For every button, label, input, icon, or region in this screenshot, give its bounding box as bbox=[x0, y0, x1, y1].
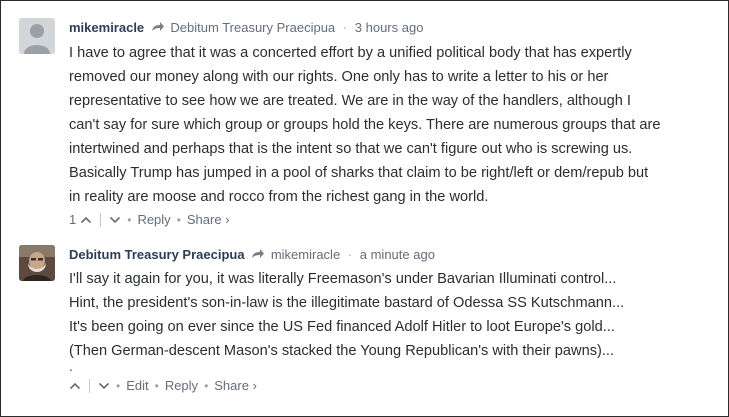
reply-button[interactable]: Reply bbox=[165, 377, 198, 395]
upvote-count: 1 bbox=[69, 212, 77, 227]
default-avatar-icon bbox=[19, 18, 55, 54]
comment-header: mikemiracle Debitum Treasury Praecipua ·… bbox=[69, 19, 716, 37]
comment-footer: • Edit • Reply • Share › bbox=[69, 377, 716, 395]
vote-divider bbox=[100, 213, 102, 227]
comment-text: I'll say it again for you, it was litera… bbox=[69, 267, 716, 363]
header-separator: · bbox=[347, 247, 353, 262]
chevron-down-icon bbox=[110, 216, 121, 224]
downvote-button[interactable] bbox=[98, 381, 110, 391]
header-separator: · bbox=[342, 20, 348, 35]
upvote-button[interactable]: 1 bbox=[69, 211, 92, 229]
reply-arrow-icon bbox=[151, 22, 164, 31]
reply-arrow-icon bbox=[252, 249, 265, 258]
footer-separator: • bbox=[154, 379, 159, 393]
comment-footer: 1 • Reply • Share › bbox=[69, 211, 716, 229]
comment-line: in reality are moose and rocco from the … bbox=[69, 189, 489, 205]
footer-separator: • bbox=[116, 379, 121, 393]
comment-body: mikemiracle Debitum Treasury Praecipua ·… bbox=[69, 19, 716, 229]
user-photo-avatar bbox=[19, 245, 55, 281]
comment-line: I have to agree that it was a concerted … bbox=[69, 45, 632, 61]
downvote-button[interactable] bbox=[109, 215, 121, 225]
edit-button[interactable]: Edit bbox=[126, 377, 148, 395]
timestamp[interactable]: a minute ago bbox=[360, 247, 435, 262]
comment-line: (Then German-descent Mason's stacked the… bbox=[69, 343, 615, 359]
avatar[interactable] bbox=[19, 245, 55, 281]
comment-line: intertwined and perhaps that is the inte… bbox=[69, 141, 633, 157]
comment-line: representative to see how we are treated… bbox=[69, 93, 631, 109]
comment-line: can't say for sure which group or groups… bbox=[69, 117, 661, 133]
reply-button[interactable]: Reply bbox=[137, 211, 170, 229]
comment-body: Debitum Treasury Praecipua mikemiracle ·… bbox=[69, 246, 716, 395]
reply-to-name[interactable]: Debitum Treasury Praecipua bbox=[170, 20, 335, 35]
footer-separator: • bbox=[176, 213, 181, 227]
chevron-up-icon bbox=[81, 216, 92, 224]
comment-text: I have to agree that it was a concerted … bbox=[69, 41, 716, 209]
comment-line: Basically Trump has jumped in a pool of … bbox=[69, 165, 649, 181]
comment-line: I'll say it again for you, it was litera… bbox=[69, 271, 617, 287]
author-name[interactable]: mikemiracle bbox=[69, 20, 144, 35]
reply-to-name[interactable]: mikemiracle bbox=[271, 247, 340, 262]
share-button[interactable]: Share › bbox=[187, 211, 230, 229]
share-button[interactable]: Share › bbox=[214, 377, 257, 395]
footer-separator: • bbox=[127, 213, 132, 227]
author-name[interactable]: Debitum Treasury Praecipua bbox=[69, 247, 245, 262]
avatar[interactable] bbox=[19, 18, 55, 54]
timestamp[interactable]: 3 hours ago bbox=[355, 20, 424, 35]
upvote-button[interactable] bbox=[69, 381, 81, 391]
footer-separator: • bbox=[204, 379, 209, 393]
comment-line: It's been going on ever since the US Fed… bbox=[69, 319, 615, 335]
chevron-up-icon bbox=[69, 382, 81, 390]
vote-divider bbox=[89, 379, 90, 393]
comment-thread: mikemiracle Debitum Treasury Praecipua ·… bbox=[0, 0, 729, 417]
comment-line: removed our money along with our rights.… bbox=[69, 69, 609, 85]
chevron-down-icon bbox=[98, 382, 110, 390]
comment-line: Hint, the president's son-in-law is the … bbox=[69, 295, 625, 311]
comment-header: Debitum Treasury Praecipua mikemiracle ·… bbox=[69, 246, 716, 264]
